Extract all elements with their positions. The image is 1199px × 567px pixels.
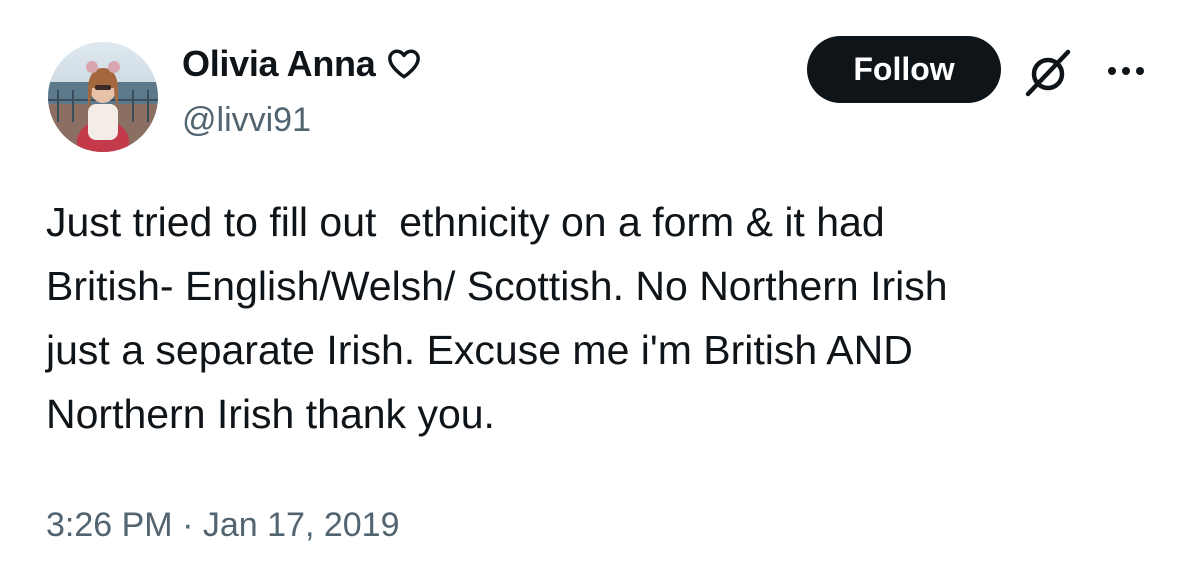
follow-button[interactable]: Follow (807, 36, 1001, 103)
tweet-date[interactable]: Jan 17, 2019 (203, 506, 400, 544)
more-icon-dot (1108, 67, 1116, 75)
tweet-card: Olivia Anna @livvi91 Follow Just tried t… (0, 0, 1199, 567)
tweet-time[interactable]: 3:26 PM (46, 506, 173, 544)
author-name-row[interactable]: Olivia Anna (182, 42, 421, 86)
more-icon[interactable] (1098, 56, 1154, 86)
grok-icon[interactable] (1020, 44, 1076, 100)
tweet-timestamp[interactable]: 3:26 PM · Jan 17, 2019 (46, 503, 399, 547)
more-icon-dot (1136, 67, 1144, 75)
display-name[interactable]: Olivia Anna (182, 42, 376, 86)
more-icon-dot (1122, 67, 1130, 75)
author-handle[interactable]: @livvi91 (182, 98, 311, 142)
avatar[interactable] (48, 42, 158, 152)
tweet-text: Just tried to fill out ethnicity on a fo… (46, 199, 948, 437)
heart-outline-icon (387, 48, 421, 80)
timestamp-separator: · (182, 506, 194, 544)
